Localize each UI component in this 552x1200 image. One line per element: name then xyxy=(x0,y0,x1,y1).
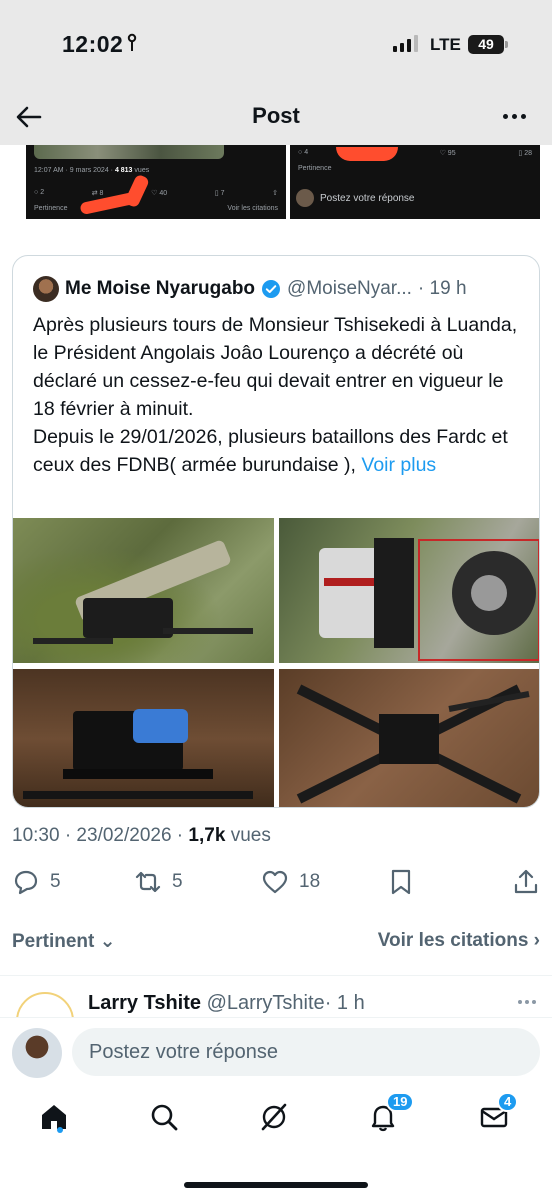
more-options-icon[interactable] xyxy=(518,1000,536,1004)
heart-icon xyxy=(262,870,288,894)
chevron-down-icon: ⌄ xyxy=(99,931,116,952)
reply-composer: Postez votre réponse xyxy=(0,1017,552,1087)
avatar[interactable] xyxy=(33,276,59,302)
share-icon xyxy=(514,869,538,894)
notifications-badge: 19 xyxy=(386,1092,415,1112)
reply-button[interactable]: 5 xyxy=(12,868,61,896)
avatar[interactable] xyxy=(16,992,74,1017)
embedded-actions: ○ 4 ⇄ ♡ 95 ▯ 28 xyxy=(298,149,532,157)
drone-photo-1[interactable] xyxy=(13,518,274,663)
drone-photo-3[interactable] xyxy=(13,669,274,807)
grok-icon xyxy=(261,1103,287,1131)
verified-badge-icon xyxy=(262,280,281,298)
post-age: · 19 h xyxy=(417,278,467,299)
divider xyxy=(0,975,552,976)
reply-count: 5 xyxy=(50,871,61,892)
embedded-image xyxy=(34,145,224,159)
view-count: 1,7k xyxy=(188,825,226,846)
embedded-screenshot-left: 12:07 AM · 9 mars 2024 · 4 813 vues ○ 2 … xyxy=(26,145,286,219)
author-name: Me Moise Nyarugabo xyxy=(65,278,256,299)
repost-count: 5 xyxy=(172,871,183,892)
post-actions: 5 5 18 xyxy=(12,868,540,902)
embedded-sort: Pertinence xyxy=(298,165,332,172)
repost-icon xyxy=(135,871,161,893)
embedded-sort: Pertinence Voir les citations xyxy=(34,205,278,212)
battery-icon: 49 xyxy=(468,35,508,54)
like-button[interactable]: 18 xyxy=(261,868,320,896)
avatar[interactable] xyxy=(12,1028,62,1078)
bookmark-icon xyxy=(391,869,411,895)
search-icon xyxy=(151,1104,178,1131)
messages-badge: 4 xyxy=(497,1092,519,1112)
more-options-icon[interactable] xyxy=(503,114,526,119)
quoted-post-card[interactable]: Me Moise Nyarugabo @MoiseNyar... · 19 h … xyxy=(12,255,540,808)
author-handle: @MoiseNyar... xyxy=(287,278,412,299)
status-bar: 12:02 LTE 49 xyxy=(0,0,552,90)
tab-notifications[interactable]: 19 xyxy=(367,1092,415,1137)
embedded-reply-box: Postez votre réponse xyxy=(296,189,415,207)
embedded-actions: ○ 2 ⇄ 8 ♡ 40 ▯ 7 ⇧ xyxy=(34,189,278,197)
bottom-tab-bar: 19 4 xyxy=(0,1087,552,1200)
tab-messages[interactable]: 4 xyxy=(478,1092,519,1137)
view-quotes-link[interactable]: Voir les citations › xyxy=(378,930,540,952)
reply-icon xyxy=(14,870,38,895)
drone-photo-4[interactable] xyxy=(279,669,539,807)
status-time: 12:02 xyxy=(62,31,124,57)
quoted-text: Après plusieurs tours de Monsieur Tshise… xyxy=(33,314,518,476)
tab-grok[interactable] xyxy=(258,1101,294,1137)
embedded-meta: 12:07 AM · 9 mars 2024 · 4 813 vues xyxy=(34,167,150,174)
home-icon xyxy=(42,1105,66,1129)
embedded-screenshot-right: ○ 4 ⇄ ♡ 95 ▯ 28 Pertinence Postez votre … xyxy=(290,145,540,219)
post-header: Post xyxy=(0,90,552,145)
media-grid xyxy=(13,518,539,807)
home-indicator xyxy=(184,1182,368,1188)
see-more-link[interactable]: Voir plus xyxy=(361,454,436,476)
drone-photo-2[interactable] xyxy=(279,518,539,663)
new-indicator xyxy=(57,1127,63,1133)
tab-home[interactable] xyxy=(38,1101,74,1137)
location-icon xyxy=(127,33,137,51)
like-count: 18 xyxy=(299,871,321,892)
chevron-right-icon: › xyxy=(533,930,540,951)
signal-icon xyxy=(393,35,418,52)
page-title: Post xyxy=(252,103,300,128)
repost-button[interactable]: 5 xyxy=(134,868,183,896)
bookmark-button[interactable] xyxy=(387,868,415,896)
tab-search[interactable] xyxy=(148,1101,184,1137)
sort-dropdown[interactable]: Pertinent ⌄ xyxy=(12,930,116,953)
network-label: LTE xyxy=(430,35,461,54)
share-button[interactable] xyxy=(512,868,540,896)
red-scribble xyxy=(336,147,398,161)
reply-item[interactable]: Larry Tshite @LarryTshite· 1 h xyxy=(0,985,552,1017)
reply-author: Larry Tshite @LarryTshite· 1 h xyxy=(88,992,365,1014)
reply-input[interactable]: Postez votre réponse xyxy=(72,1028,540,1076)
quoted-author: Me Moise Nyarugabo @MoiseNyar... · 19 h xyxy=(33,276,467,302)
post-timestamp: 10:30 · 23/02/2026 · 1,7k vues xyxy=(12,825,271,846)
